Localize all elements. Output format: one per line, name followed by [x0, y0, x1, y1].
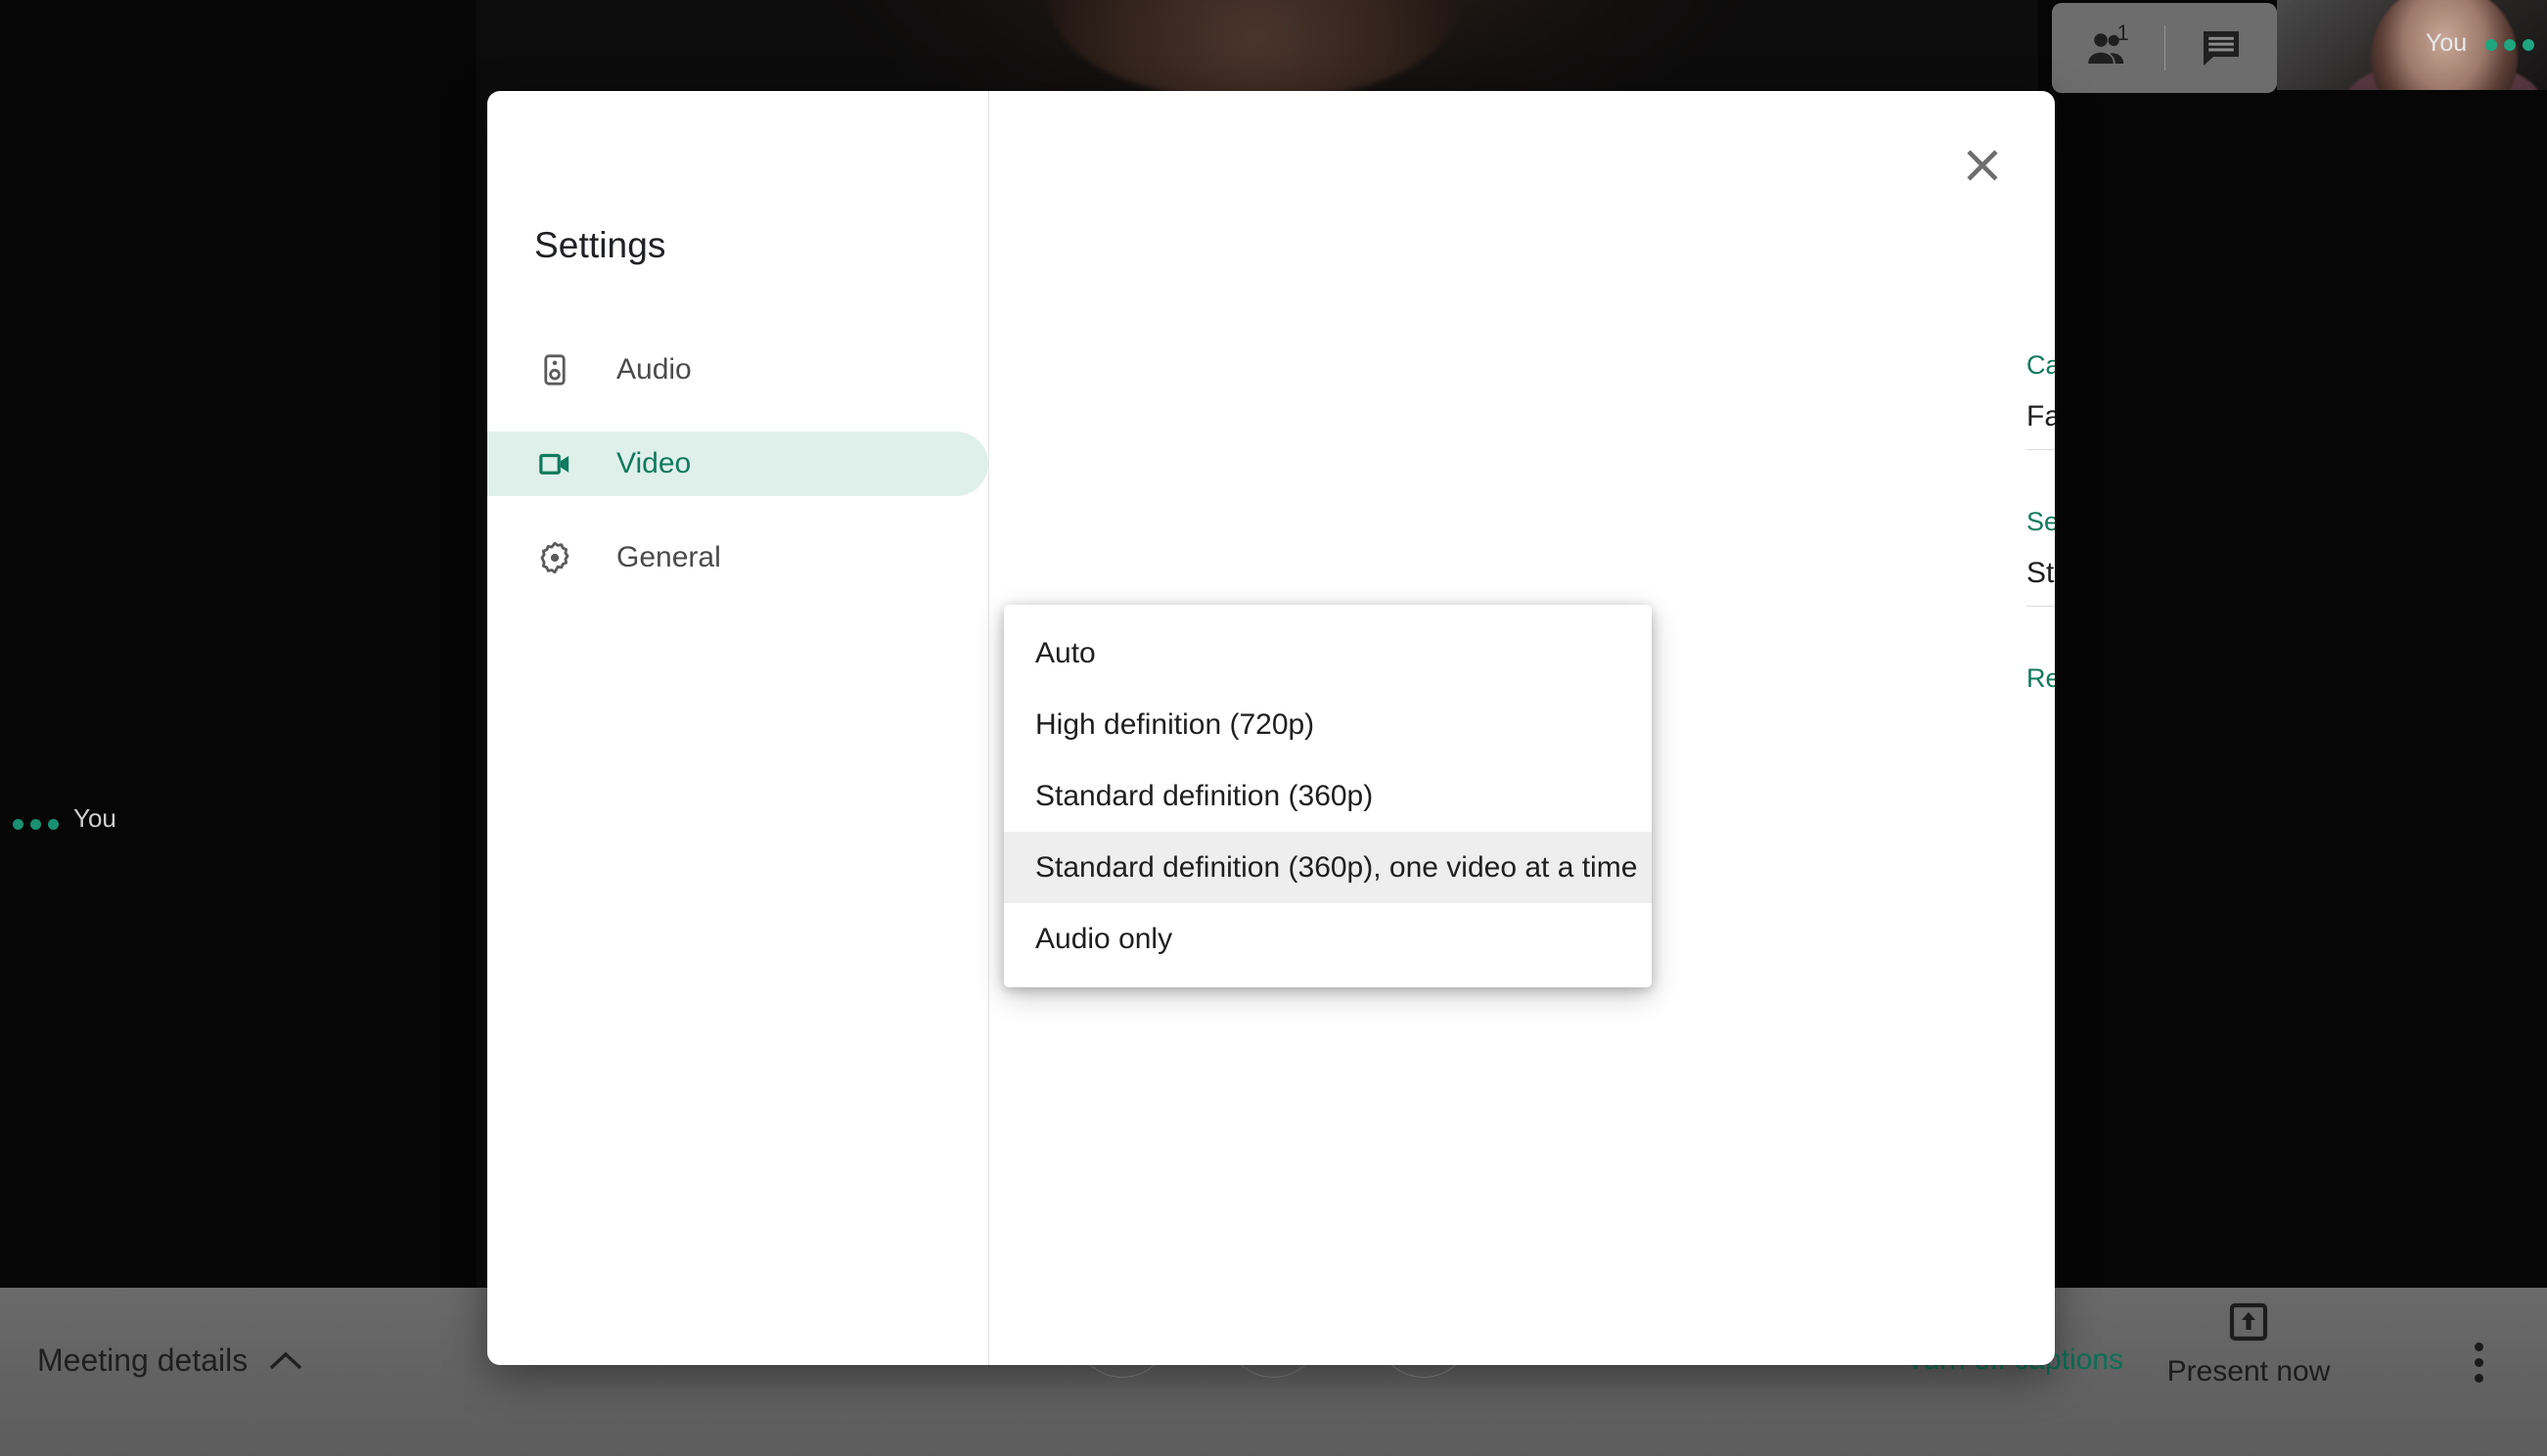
send-resolution-label: Send resolution (maximum)	[2026, 507, 2055, 536]
send-resolution-field: Send resolution (maximum) Standard defin…	[2026, 507, 2055, 607]
meeting-app: You 1 You Meeting details captions Prese…	[0, 0, 2547, 1456]
chat-button[interactable]	[2165, 3, 2277, 93]
page-title: Settings	[534, 225, 666, 265]
self-view-label: You	[2426, 29, 2468, 57]
self-view-tile[interactable]: You	[2277, 0, 2547, 90]
close-icon	[1967, 150, 1998, 181]
present-screen-icon	[2229, 1302, 2268, 1342]
participant-head	[1049, 0, 1460, 98]
camera-field-label: Camera	[2026, 350, 2055, 380]
participants-count-badge: 1	[2116, 21, 2129, 45]
sidebar-item-label: Audio	[616, 353, 692, 386]
sidebar-item-label: General	[616, 541, 721, 573]
settings-sidebar: Settings Audio Video General	[487, 91, 988, 1365]
live-caption-strip: You	[0, 802, 477, 849]
dropdown-option[interactable]: High definition (720p)	[1004, 689, 1652, 760]
close-button[interactable]	[1955, 138, 2010, 193]
dropdown-option[interactable]: Auto	[1004, 617, 1652, 689]
video-camera-icon	[539, 453, 569, 475]
dropdown-option-highlighted[interactable]: Standard definition (360p), one video at…	[1004, 832, 1652, 903]
present-now-button[interactable]: Present now	[2151, 1301, 2346, 1388]
send-resolution-select[interactable]: Standard definition (360p)	[2026, 557, 2055, 607]
meeting-details-button[interactable]: Meeting details	[37, 1342, 302, 1379]
chevron-up-icon	[270, 1351, 302, 1369]
receive-resolution-field: Receive resolution (maximum)	[2026, 663, 2055, 713]
sidebar-item-label: Video	[616, 447, 692, 479]
participants-button[interactable]: 1	[2053, 3, 2164, 93]
sidebar-item-general[interactable]: General	[487, 525, 988, 590]
camera-select[interactable]: FaceTime HD Camera	[2026, 400, 2055, 450]
send-resolution-value: Standard definition (360p)	[2026, 557, 2055, 589]
sidebar-item-video[interactable]: Video	[487, 432, 988, 496]
caption-loading-dots-icon	[13, 819, 59, 830]
camera-select-value: FaceTime HD Camera	[2026, 400, 2055, 432]
chat-icon	[2203, 31, 2239, 66]
dropdown-option[interactable]: Standard definition (360p)	[1004, 760, 1652, 832]
camera-field: Camera FaceTime HD Camera	[2026, 350, 2055, 450]
more-vertical-icon	[2474, 1342, 2483, 1383]
top-right-controls: 1	[2052, 3, 2277, 93]
more-options-button[interactable]	[2449, 1323, 2508, 1401]
speaker-icon	[544, 354, 566, 386]
gear-icon	[540, 541, 569, 574]
receive-resolution-label: Receive resolution (maximum)	[2026, 663, 2055, 693]
settings-nav: Audio Video General	[487, 338, 988, 619]
receive-resolution-dropdown: Auto High definition (720p) Standard def…	[1004, 605, 1652, 987]
sidebar-item-audio[interactable]: Audio	[487, 338, 988, 402]
self-view-status-dots-icon	[2485, 39, 2534, 51]
dropdown-option[interactable]: Audio only	[1004, 903, 1652, 975]
caption-speaker-name: You	[73, 803, 116, 833]
present-now-label: Present now	[2166, 1355, 2331, 1388]
meeting-details-label: Meeting details	[37, 1342, 249, 1378]
